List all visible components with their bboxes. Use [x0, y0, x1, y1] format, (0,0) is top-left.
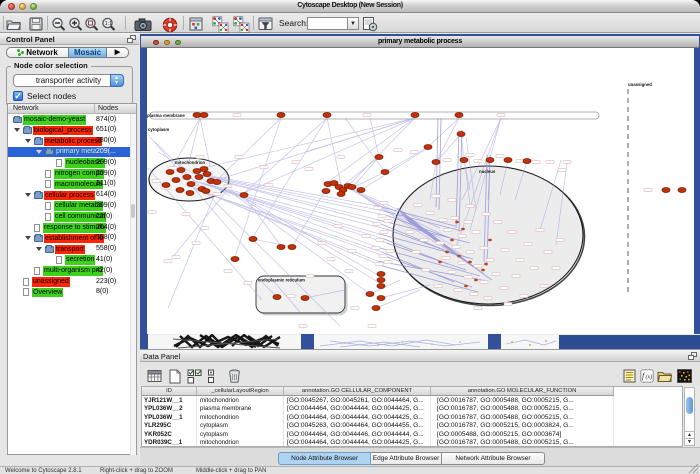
svg-text:mitochondrion: mitochondrion [175, 160, 205, 165]
svg-text:cytoplasm: cytoplasm [148, 127, 169, 132]
svg-text:nucleus: nucleus [479, 169, 496, 174]
svg-text:unassigned: unassigned [628, 82, 652, 87]
svg-text:plasma membrane: plasma membrane [147, 113, 185, 118]
svg-text:(x): (x) [646, 374, 653, 381]
svg-text:endoplasmic reticulum: endoplasmic reticulum [258, 278, 305, 283]
svg-text:1:1: 1:1 [105, 21, 113, 27]
